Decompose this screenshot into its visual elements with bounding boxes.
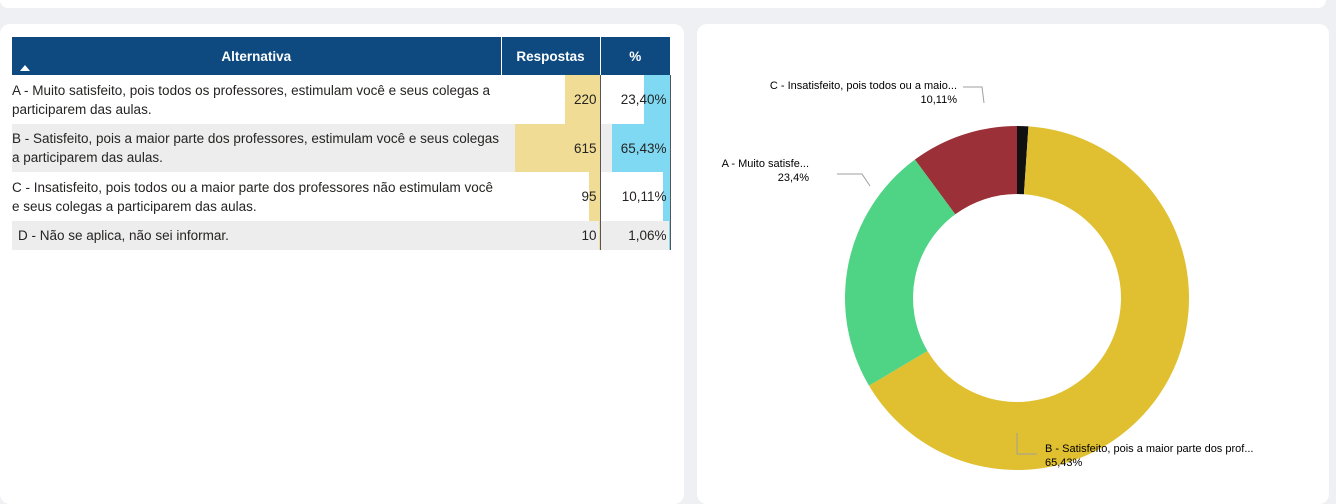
responses-table: Alternativa Respostas % A - Muito satisf… (12, 37, 671, 250)
slice-value-label: 65,43% (1045, 457, 1083, 469)
table-row[interactable]: D - Não se aplica, não sei informar. 10 … (12, 221, 671, 250)
cell-pct-value: 65,43% (620, 140, 667, 156)
leader-line (837, 173, 871, 187)
cell-pct-value: 23,40% (620, 92, 667, 107)
cell-pct: 10,11% (600, 172, 671, 221)
slice-category-label: A - Muito satisfe... (722, 158, 809, 170)
slice-category-label: B - Satisfeito, pois a maior parte dos p… (1045, 443, 1253, 455)
cell-respostas-value: 220 (573, 92, 597, 107)
slice-value-label: 10,11% (921, 94, 958, 106)
donut-slice[interactable] (845, 159, 956, 386)
cell-alternativa: B - Satisfeito, pois a maior parte dos p… (12, 124, 501, 172)
cell-alternativa: C - Insatisfeito, pois todos ou a maior … (12, 179, 493, 214)
donut-chart-svg: B - Satisfeito, pois a maior parte dos p… (722, 80, 1253, 470)
cell-respostas: 10 (501, 221, 601, 250)
cell-pct: 23,40% (600, 75, 671, 124)
cell-pct-value: 1,06% (628, 228, 667, 243)
column-header-pct[interactable]: % (600, 37, 670, 75)
cell-respostas-value: 95 (581, 189, 597, 204)
slice-category-label: C - Insatisfeito, pois todos ou a maio..… (770, 80, 957, 92)
cell-alternativa: D - Não se aplica, não sei informar. (12, 221, 501, 250)
cell-respostas: 95 (501, 172, 601, 221)
column-header-label: % (629, 48, 642, 64)
table-row[interactable]: C - Insatisfeito, pois todos ou a maior … (12, 172, 671, 221)
sort-ascending-icon[interactable] (20, 65, 30, 71)
cell-pct: 1,06% (600, 221, 671, 250)
column-header-alternativa[interactable]: Alternativa (12, 37, 502, 75)
slice-value-label: 23,4% (778, 172, 809, 184)
cell-pct: 65,43% (600, 124, 671, 172)
table-header-row: Alternativa Respostas % (12, 37, 670, 75)
column-header-label: Respostas (516, 48, 585, 64)
cell-pct-value: 10,11% (621, 189, 667, 204)
donut-chart: B - Satisfeito, pois a maior parte dos p… (697, 24, 1329, 493)
cell-respostas-value: 615 (573, 140, 597, 156)
column-header-label: Alternativa (221, 48, 292, 64)
leader-line (963, 86, 985, 104)
column-header-respostas[interactable]: Respostas (501, 37, 601, 75)
cell-respostas: 615 (501, 124, 601, 172)
cell-respostas-value: 10 (581, 228, 597, 243)
table-row[interactable]: A - Muito satisfeito, pois todos os prof… (12, 75, 671, 124)
top-panel-edge (0, 0, 1326, 8)
table-row[interactable]: B - Satisfeito, pois a maior parte dos p… (12, 124, 671, 172)
cell-alternativa: A - Muito satisfeito, pois todos os prof… (12, 82, 490, 117)
cell-respostas: 220 (501, 75, 601, 124)
